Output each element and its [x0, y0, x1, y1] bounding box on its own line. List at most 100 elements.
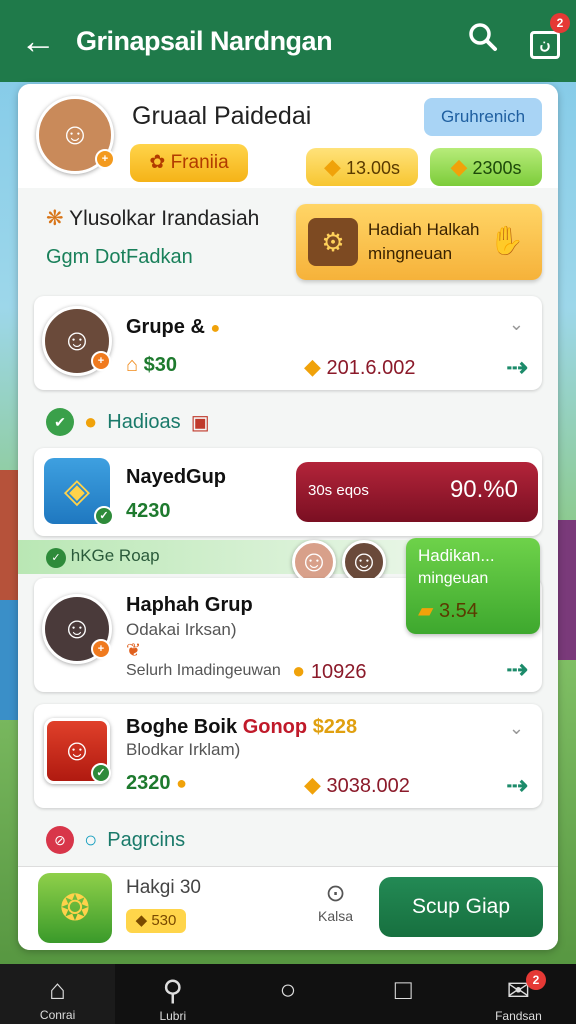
footer-title: Hakgi 30 [126, 877, 201, 898]
gold-coin-icon: ◆ [304, 772, 321, 797]
weekly-title: ❋ Ylusolkar Irandasiah [46, 206, 259, 231]
reward-popup-value: 3.54 [438, 600, 478, 622]
group-card[interactable]: ☺ ✓ Boghe Boik Gonop $228 ⌄ Blodkar Irkl… [34, 704, 542, 808]
nav-label: Conrai [39, 1008, 76, 1022]
check-badge-icon: ✓ [91, 763, 111, 783]
house-icon: ⌂ [126, 354, 139, 376]
avatar: ☺ + [42, 306, 112, 376]
bottom-nav: ⌂ Conrai ⚲ Lubri ○ □ ✉ 2 Fandsan [0, 964, 576, 1024]
nav-item-home[interactable]: ⌂ Conrai [0, 964, 116, 1024]
nav-label: Fandsan [495, 1009, 542, 1023]
chevron-down-icon[interactable]: ⌄ [509, 718, 524, 739]
group-line: Selurh Imadingeuwan [126, 662, 281, 679]
profile-name: Gruaal Paidedai [132, 102, 312, 130]
group-amount: 10926 [310, 661, 367, 683]
gift-box-icon: ▣ [190, 411, 210, 434]
flower-icon: ✿ [149, 152, 166, 173]
group-subtitle: Blodkar Irklam) [126, 740, 241, 759]
reward-line-2: mingneuan [368, 244, 453, 263]
group-value: 2320 [126, 772, 171, 794]
group-title-text: Grupe & [126, 316, 205, 338]
arrow-right-icon[interactable]: ⇢ [506, 654, 528, 685]
rank-badge: ✿ Franiia [130, 144, 248, 182]
group-card[interactable]: ☺ + Grupe & ● ⌄ ⌂ $30 ◆ 201.6.002 ⇢ [34, 296, 542, 390]
weekly-title-text: Ylusolkar Irandasiah [69, 207, 260, 230]
group-amount: 201.6.002 [326, 357, 416, 379]
group-title-gold: $228 [312, 716, 358, 738]
search-icon[interactable] [452, 22, 514, 60]
home-icon: ⌂ [49, 974, 67, 1005]
gold-coin-icon: ◆ [450, 154, 468, 179]
section-title: Hadioas [107, 410, 181, 433]
coin-icon: ● [210, 320, 221, 337]
avatar[interactable]: ☺ + [36, 96, 115, 174]
arrow-right-icon[interactable]: ⇢ [506, 352, 528, 383]
back-arrow-icon[interactable]: ← [0, 20, 76, 62]
search-icon: ⚲ [162, 975, 184, 1006]
treasure-chest-icon: ⚙ [308, 218, 358, 266]
rank-label: Franiia [170, 152, 229, 173]
weekly-reward-card[interactable]: ⚙ Hadiah Halkah mingneuan ✋ [296, 204, 542, 280]
group-amount: 3038.002 [326, 775, 410, 797]
coin-icon: ◆ [135, 912, 148, 929]
hand-icon: ✋ [489, 225, 524, 256]
weekly-subtitle: Ggm DotFadkan [46, 246, 193, 268]
check-icon: ✓ [46, 548, 66, 568]
coin-icon: ● [176, 773, 187, 793]
page-title: Grinapsail Nardngan [76, 25, 333, 56]
notification-badge: 2 [550, 13, 570, 33]
nav-label: Lubri [159, 1009, 187, 1023]
square-icon: □ [394, 974, 412, 1005]
inbox-icon: ✉ [506, 975, 531, 1006]
footer-pill: 530 [151, 912, 177, 929]
group-subtitle: Odakai Irksan) [126, 620, 237, 639]
refresh-icon: ○ [84, 827, 98, 852]
nav-item-inbox[interactable]: ✉ 2 Fandsan [461, 964, 576, 1024]
ticket-icon: ◈ ✓ [44, 458, 114, 526]
circle-icon: ○ [279, 974, 297, 1005]
calendar-icon[interactable]: ن 2 [514, 13, 576, 59]
banner-label: ✓ hKGe Roap [46, 546, 160, 568]
progress-badge[interactable]: 30s eqos 90.%0 [296, 462, 538, 522]
nav-item-recents[interactable]: □ [346, 964, 461, 1024]
fire-icon: ❦ [126, 640, 142, 660]
weekly-section: ❋ Ylusolkar Irandasiah Ggm DotFadkan ⚙ H… [18, 192, 558, 288]
gift-icon: ❋ [46, 207, 64, 230]
gold-coin-icon: ◆ [304, 354, 321, 379]
rewards-icon[interactable]: ❂ [38, 873, 112, 943]
check-badge-icon: ✓ [94, 506, 114, 526]
reward-line-1: Hadiah Halkah [368, 220, 480, 239]
notification-badge: 2 [526, 970, 547, 990]
check-icon: ✔ [46, 408, 74, 436]
level-badge-icon: + [91, 351, 111, 371]
banner-label-text: hKGe Roap [70, 546, 160, 565]
main-panel: ☺ + Gruaal Paidedai Gruhrenich ✿ Franiia… [18, 84, 558, 950]
gold-coins-pill[interactable]: ◆ 13.00s [306, 148, 418, 186]
tag-icon: ⊘ [46, 826, 74, 854]
profile-header: ☺ + Gruaal Paidedai Gruhrenich ✿ Franiia… [18, 84, 558, 188]
group-title: Grupe & ● [126, 316, 220, 339]
coin-icon: ● [84, 409, 98, 434]
reward-popup-line-1: Hadikan... [418, 546, 495, 565]
level-badge-icon: + [95, 149, 115, 169]
nav-item-search[interactable]: ⚲ Lubri [115, 964, 230, 1024]
chevron-down-icon[interactable]: ⌄ [509, 314, 524, 335]
nav-item-home-button[interactable]: ○ [230, 964, 345, 1024]
profile-badge[interactable]: Gruhrenich [424, 98, 542, 136]
coin-icon: ● [292, 658, 306, 683]
group-value: 4230 [126, 500, 171, 522]
app-bar: ← Grinapsail Nardngan ن 2 [0, 0, 576, 82]
treasure-icon: ▰ [418, 600, 434, 622]
gold-coins-value: 13.00s [345, 158, 400, 178]
section-title: Pagrcins [107, 828, 186, 851]
join-group-button[interactable]: Scup Giap [379, 877, 543, 937]
group-title-red: Gonop [242, 716, 308, 738]
footer-bar: ❂ Hakgi 30 ◆ 530 ⊙ Kalsa Scup Giap [18, 866, 558, 950]
gold-coin-icon: ◆ [324, 154, 341, 179]
search-shortcut[interactable]: ⊙ Kalsa [318, 879, 353, 924]
green-coins-pill[interactable]: ◆ 2300s [430, 148, 542, 186]
reward-popup[interactable]: Hadikan... mingeuan ▰ 3.54 [406, 538, 540, 634]
arrow-right-icon[interactable]: ⇢ [506, 770, 528, 801]
search-icon: ⊙ [325, 880, 346, 907]
group-card[interactable]: ◈ ✓ NayedGup 4230 30s eqos 90.%0 [34, 448, 542, 536]
